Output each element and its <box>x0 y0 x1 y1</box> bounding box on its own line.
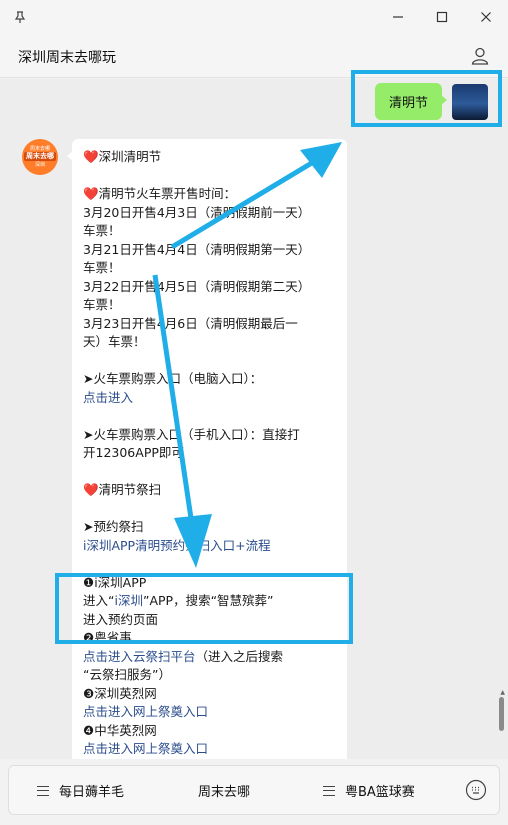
msg-line: 开12306APP即可 <box>83 445 184 460</box>
chat-area[interactable]: 清明节 周末去哪 周末去哪 深圳 ❤️深圳清明节 ❤️清明节火车票开售时间： 3… <box>0 79 508 759</box>
msg-line: 进入预约页面 <box>83 611 159 627</box>
outgoing-bubble[interactable]: 清明节 <box>374 83 448 120</box>
msg-line: 3月22日开售4月5日（清明假期第二天） <box>83 278 311 294</box>
official-account-avatar[interactable]: 周末去哪 周末去哪 深圳 <box>22 139 58 175</box>
menu-item-label: 粤BA篮球赛 <box>345 785 415 800</box>
msg-line: 车票！ <box>83 260 121 275</box>
china-martyrs-link[interactable]: 点击进入网上祭奠入口 <box>83 740 335 759</box>
incoming-message-bubble: ❤️深圳清明节 ❤️清明节火车票开售时间： 3月20日开售4月3日（清明假期前一… <box>67 139 347 759</box>
msg-line: 车票！ <box>83 223 121 238</box>
msg-line: ❶i深圳APP <box>83 574 147 590</box>
menu-icon <box>37 785 49 796</box>
avatar-text-top: 周末去哪 <box>29 145 50 152</box>
msg-line: 车票！ <box>83 297 121 312</box>
menu-item-weekend[interactable]: 周末去哪 <box>198 781 250 800</box>
msg-line: ➤火车票购票入口（手机入口）：直接打 <box>83 426 300 442</box>
ishenzhen-guide-link[interactable]: i深圳APP清明预约祭扫入口+流程 <box>83 537 335 556</box>
pin-icon[interactable] <box>0 0 40 34</box>
msg-line: 3月20日开售4月3日（清明假期前一天） <box>83 204 311 220</box>
menu-item-daily-deals[interactable]: 每日薅羊毛 <box>37 781 124 800</box>
cloud-memorial-link[interactable]: 点击进入云祭扫平台 <box>83 649 196 664</box>
msg-text: 进入“ <box>83 593 115 608</box>
bottom-menu-bar: 每日薅羊毛 周末去哪 粤BA篮球赛 <box>8 765 500 815</box>
msg-subheading: ❤️清明节祭扫 <box>83 482 162 497</box>
msg-line: 3月21日开售4月4日（清明假期第一天） <box>83 241 311 257</box>
ishenzhen-link[interactable]: i深圳 <box>114 593 142 608</box>
msg-heading: ❤️深圳清明节 <box>83 149 162 164</box>
menu-item-basketball[interactable]: 粤BA篮球赛 <box>323 781 415 800</box>
msg-line: 点击进入云祭扫平台（进入之后搜索 <box>83 648 335 667</box>
msg-line: ❷粤省事 <box>83 630 132 645</box>
msg-line: ➤预约祭扫 <box>83 519 144 534</box>
close-icon[interactable] <box>466 0 506 34</box>
minimize-icon[interactable] <box>378 0 418 34</box>
pc-ticket-link[interactable]: 点击进入 <box>83 389 335 408</box>
avatar-text-mid: 周末去哪 <box>24 151 56 161</box>
msg-line: 天）车票！ <box>83 334 146 349</box>
keyboard-icon[interactable] <box>465 779 487 801</box>
avatar-text-bottom: 深圳 <box>34 161 45 168</box>
user-avatar[interactable] <box>452 83 488 120</box>
chat-header: 深圳周末去哪玩 <box>0 34 508 78</box>
scrollbar-thumb[interactable] <box>499 697 504 731</box>
msg-line: 3月23日开售4月6日（清明假期最后一 <box>83 315 298 331</box>
msg-line: ❹中华英烈网 <box>83 722 157 738</box>
maximize-icon[interactable] <box>422 0 462 34</box>
msg-line: ❸深圳英烈网 <box>83 685 157 701</box>
msg-text: （进入之后搜索 <box>195 648 284 664</box>
outgoing-message: 清明节 <box>374 83 488 120</box>
menu-icon <box>323 785 335 796</box>
msg-line: 进入“i深圳”APP，搜索“智慧殡葬” <box>83 592 335 611</box>
person-icon[interactable] <box>470 46 490 66</box>
msg-line: ❤️清明节火车票开售时间： <box>83 186 237 201</box>
title-bar <box>0 0 508 34</box>
msg-text: ”APP，搜索“智慧殡葬” <box>142 593 274 608</box>
msg-line: “云祭扫服务”） <box>83 667 171 682</box>
chat-title: 深圳周末去哪玩 <box>18 50 116 66</box>
msg-line: ➤火车票购票入口（电脑入口）： <box>83 371 263 386</box>
menu-item-label: 每日薅羊毛 <box>59 785 125 800</box>
shenzhen-martyrs-link[interactable]: 点击进入网上祭奠入口 <box>83 703 335 722</box>
menu-item-label: 周末去哪 <box>198 785 251 800</box>
scroll-up-icon[interactable]: ▲ <box>500 689 505 696</box>
